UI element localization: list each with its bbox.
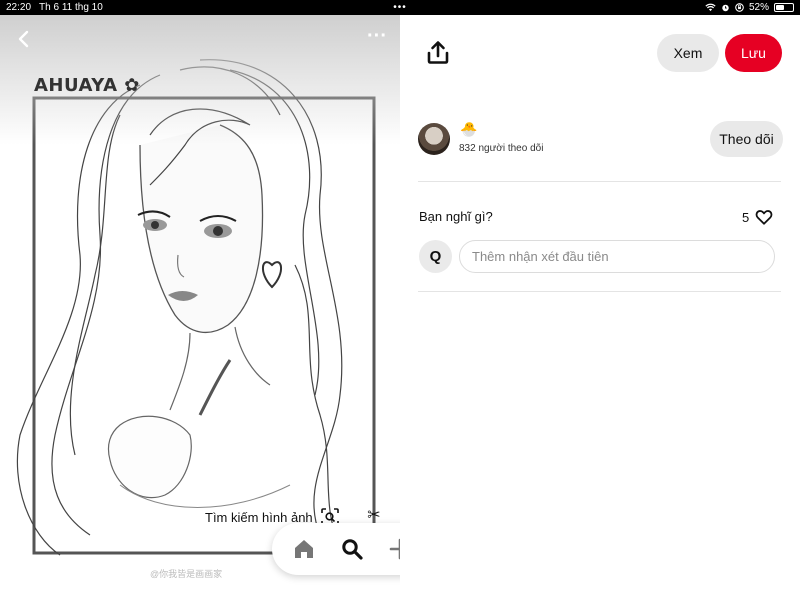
divider bbox=[418, 291, 781, 292]
divider bbox=[418, 181, 781, 182]
status-indicators: 52% bbox=[705, 2, 794, 13]
artist-watermark-text: AHUAYA bbox=[34, 75, 118, 96]
pin-detail-screen: 22:20 Th 6 11 thg 10 ••• 52% ··· AHUAYA … bbox=[0, 0, 800, 600]
pin-details-pane: Xem Lưu 🐣 832 người theo dõi Theo dõi bbox=[400, 15, 800, 600]
status-time: 22:20 bbox=[6, 2, 32, 13]
likes: 5 bbox=[742, 208, 773, 226]
artist-watermark: AHUAYA ✿ bbox=[34, 75, 140, 96]
battery-icon bbox=[774, 3, 794, 12]
heart-icon[interactable] bbox=[755, 208, 773, 226]
home-icon bbox=[295, 540, 313, 558]
source-watermark: @你我皆是画画家 bbox=[150, 569, 223, 579]
nav-search[interactable] bbox=[334, 531, 370, 567]
comment-input[interactable] bbox=[459, 240, 775, 273]
status-date: Th 6 11 thg 10 bbox=[39, 2, 103, 13]
back-icon[interactable] bbox=[14, 29, 34, 49]
wifi-icon bbox=[705, 3, 716, 12]
share-icon[interactable] bbox=[424, 39, 452, 67]
save-button[interactable]: Lưu bbox=[725, 34, 782, 72]
battery-percent: 52% bbox=[748, 2, 769, 13]
flower-icon: ✿ bbox=[124, 75, 140, 96]
alarm-icon bbox=[722, 4, 729, 12]
multitasking-dots[interactable]: ••• bbox=[393, 2, 407, 13]
search-icon bbox=[342, 539, 363, 560]
like-count: 5 bbox=[742, 209, 750, 225]
creator-name[interactable]: 🐣 bbox=[460, 121, 477, 138]
view-button[interactable]: Xem bbox=[657, 34, 719, 72]
more-options-icon[interactable]: ··· bbox=[364, 26, 390, 49]
comments-heading: Bạn nghĩ gì? bbox=[419, 209, 493, 224]
pin-image-pane: ··· AHUAYA ✿ @你我皆是画画家 Tìm kiếm hình ảnh … bbox=[0, 15, 400, 600]
follower-count: 832 người theo dõi bbox=[459, 143, 544, 154]
status-bar: 22:20 Th 6 11 thg 10 ••• 52% bbox=[0, 0, 800, 15]
battery-fill bbox=[776, 5, 784, 10]
creator-avatar[interactable] bbox=[418, 123, 450, 155]
nav-home[interactable] bbox=[286, 531, 322, 567]
creator-row: 🐣 832 người theo dõi Theo dõi bbox=[418, 121, 788, 167]
orientation-lock-icon bbox=[735, 3, 744, 12]
user-avatar: Q bbox=[419, 240, 452, 273]
follow-button[interactable]: Theo dõi bbox=[710, 121, 783, 157]
